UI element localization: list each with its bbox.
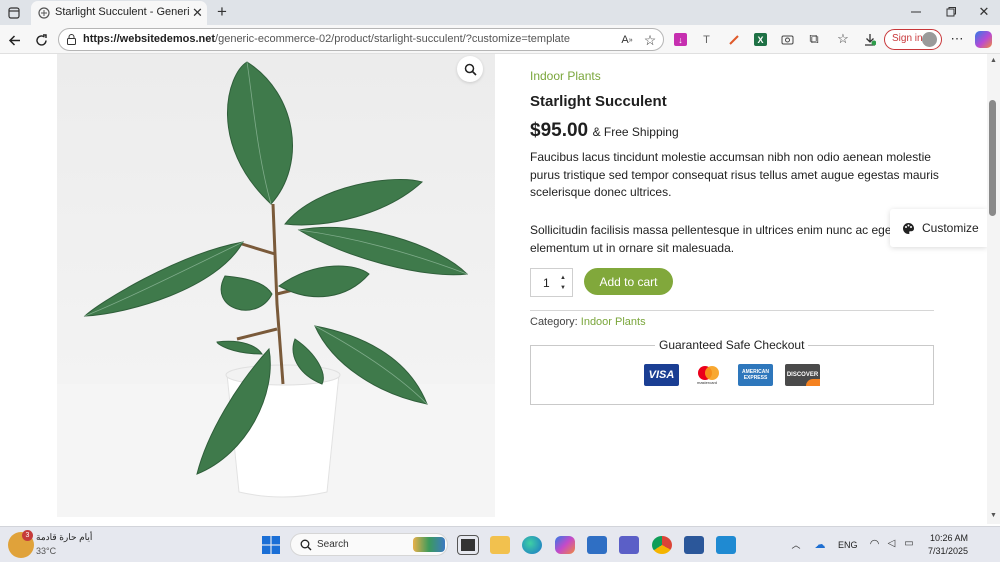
- product-price-row: $95.00 & Free Shipping: [530, 120, 679, 142]
- read-aloud-icon[interactable]: A»: [619, 32, 635, 48]
- refresh-icon[interactable]: [32, 31, 50, 49]
- visa-card-icon: VISA: [644, 364, 679, 386]
- amex-text: AMERICAN EXPRESS: [742, 369, 769, 381]
- edge-browser-icon[interactable]: [522, 536, 542, 554]
- url-domain: https://websitedemos.net: [83, 33, 216, 45]
- signin-button[interactable]: Sign in: [884, 29, 942, 50]
- product-description-1: Faucibus lacus tincidunt molestie accums…: [530, 150, 939, 199]
- add-to-cart-button[interactable]: Add to cart: [584, 268, 673, 295]
- scroll-down-icon[interactable]: ▼: [989, 511, 998, 520]
- onedrive-icon[interactable]: ☁: [812, 538, 828, 551]
- copilot-taskbar-icon[interactable]: [555, 536, 575, 554]
- weather-temp: 33°C: [36, 546, 57, 556]
- lock-icon[interactable]: [65, 33, 78, 46]
- minimize-icon[interactable]: [905, 4, 927, 20]
- product-category-link[interactable]: Indoor Plants: [530, 69, 601, 83]
- taskbar-search-label: Search: [317, 539, 349, 550]
- product-image[interactable]: [57, 54, 495, 517]
- add-to-cart-label: Add to cart: [599, 274, 658, 289]
- mastercard-icon: mastercard: [691, 364, 726, 386]
- signin-label: Sign in: [892, 33, 923, 44]
- quantity-value: 1: [543, 276, 550, 290]
- downloads-icon[interactable]: [863, 32, 877, 46]
- teams-icon[interactable]: [619, 536, 639, 554]
- safe-checkout-box: Guaranteed Safe Checkout VISA mastercard…: [530, 338, 934, 405]
- address-bar: https://websitedemos.net/generic-ecommer…: [0, 25, 1000, 54]
- file-explorer-icon[interactable]: [490, 536, 510, 554]
- excel-extension-icon[interactable]: X: [754, 33, 767, 46]
- customize-label: Customize: [922, 221, 979, 235]
- discover-text: DISCOVER: [786, 372, 819, 378]
- tab-actions-icon[interactable]: [6, 5, 22, 21]
- restore-icon[interactable]: [940, 4, 962, 20]
- vscode-icon[interactable]: [716, 536, 736, 554]
- clock-time[interactable]: 10:26 AM: [930, 533, 968, 543]
- palette-icon: [901, 221, 915, 235]
- url-text[interactable]: https://websitedemos.net/generic-ecommer…: [83, 33, 570, 45]
- product-title: Starlight Succulent: [530, 93, 667, 110]
- weather-badge: 3: [22, 530, 33, 541]
- battery-icon[interactable]: ▭: [902, 537, 916, 550]
- weather-text: أيام حارة قادمة: [36, 532, 93, 542]
- divider: [530, 310, 934, 311]
- zoom-search-icon[interactable]: [457, 56, 483, 82]
- language-indicator[interactable]: ENG: [838, 540, 858, 550]
- product-description-2: Sollicitudin facilisis massa pellentesqu…: [530, 223, 895, 255]
- close-window-icon[interactable]: ✕: [973, 4, 995, 20]
- page-content: Indoor Plants Starlight Succulent $95.00…: [0, 54, 987, 524]
- scrollbar-thumb[interactable]: [989, 100, 996, 216]
- word-icon[interactable]: [684, 536, 704, 554]
- category-link[interactable]: Indoor Plants: [581, 316, 646, 328]
- scroll-up-icon[interactable]: ▲: [989, 56, 998, 65]
- favorite-star-icon[interactable]: ☆: [642, 32, 658, 48]
- product-price: $95.00: [530, 120, 589, 141]
- camera-icon[interactable]: [780, 32, 794, 46]
- weather-widget[interactable]: 3 أيام حارة قادمة 33°C: [8, 529, 98, 561]
- task-view-icon[interactable]: [457, 535, 479, 555]
- new-tab-button[interactable]: +: [213, 2, 231, 22]
- shipping-note: & Free Shipping: [592, 125, 679, 139]
- search-highlight-icon: [413, 537, 445, 552]
- customize-button[interactable]: Customize: [890, 209, 987, 247]
- quantity-down-icon[interactable]: ▼: [559, 284, 567, 292]
- extension-pink-icon[interactable]: ↓: [674, 33, 687, 46]
- start-windows-icon[interactable]: [261, 535, 281, 555]
- url-field[interactable]: https://websitedemos.net/generic-ecommer…: [58, 28, 664, 51]
- taskbar-search[interactable]: Search: [290, 533, 448, 556]
- category-row: Category: Indoor Plants: [530, 316, 646, 328]
- avatar-icon: [922, 32, 937, 47]
- more-options-icon[interactable]: ⋯: [949, 31, 965, 46]
- tab-bar: Starlight Succulent - Generic eCommerce …: [0, 0, 1000, 25]
- site-favicon-icon: [37, 6, 50, 19]
- back-icon[interactable]: [5, 31, 23, 49]
- store-icon[interactable]: [587, 536, 607, 554]
- quantity-up-icon[interactable]: ▲: [559, 274, 567, 282]
- visa-text: VISA: [648, 369, 675, 381]
- tab-close-icon[interactable]: ✕: [191, 5, 204, 20]
- mastercard-text: mastercard: [697, 380, 718, 385]
- amex-card-icon: AMERICAN EXPRESS: [738, 364, 773, 386]
- translate-icon[interactable]: T: [700, 33, 713, 46]
- volume-icon[interactable]: ◁: [885, 537, 898, 550]
- quantity-stepper[interactable]: 1 ▲ ▼: [530, 268, 573, 297]
- tab-active[interactable]: Starlight Succulent - Generic eCommerce …: [31, 1, 207, 25]
- wifi-icon[interactable]: ◠: [868, 537, 881, 550]
- chrome-icon[interactable]: [652, 536, 672, 554]
- copilot-icon[interactable]: [975, 31, 992, 48]
- category-label: Category:: [530, 316, 578, 328]
- color-picker-icon[interactable]: [727, 33, 740, 46]
- clock-date[interactable]: 7/31/2025: [928, 546, 968, 556]
- tab-title: Starlight Succulent - Generic eCommerce: [55, 6, 189, 18]
- tray-chevron-icon[interactable]: ︿: [790, 538, 802, 550]
- checkout-title: Guaranteed Safe Checkout: [655, 338, 809, 352]
- taskbar-search-icon: [299, 538, 312, 551]
- taskbar: 3 أيام حارة قادمة 33°C Search ︿ ☁ ENG ◠ …: [0, 526, 1000, 562]
- url-path: /generic-ecommerce-02/product/starlight-…: [215, 33, 570, 45]
- favorites-icon[interactable]: ☆: [835, 31, 851, 46]
- discover-card-icon: DISCOVER: [785, 364, 820, 386]
- extensions-puzzle-icon[interactable]: ⧉: [807, 31, 821, 46]
